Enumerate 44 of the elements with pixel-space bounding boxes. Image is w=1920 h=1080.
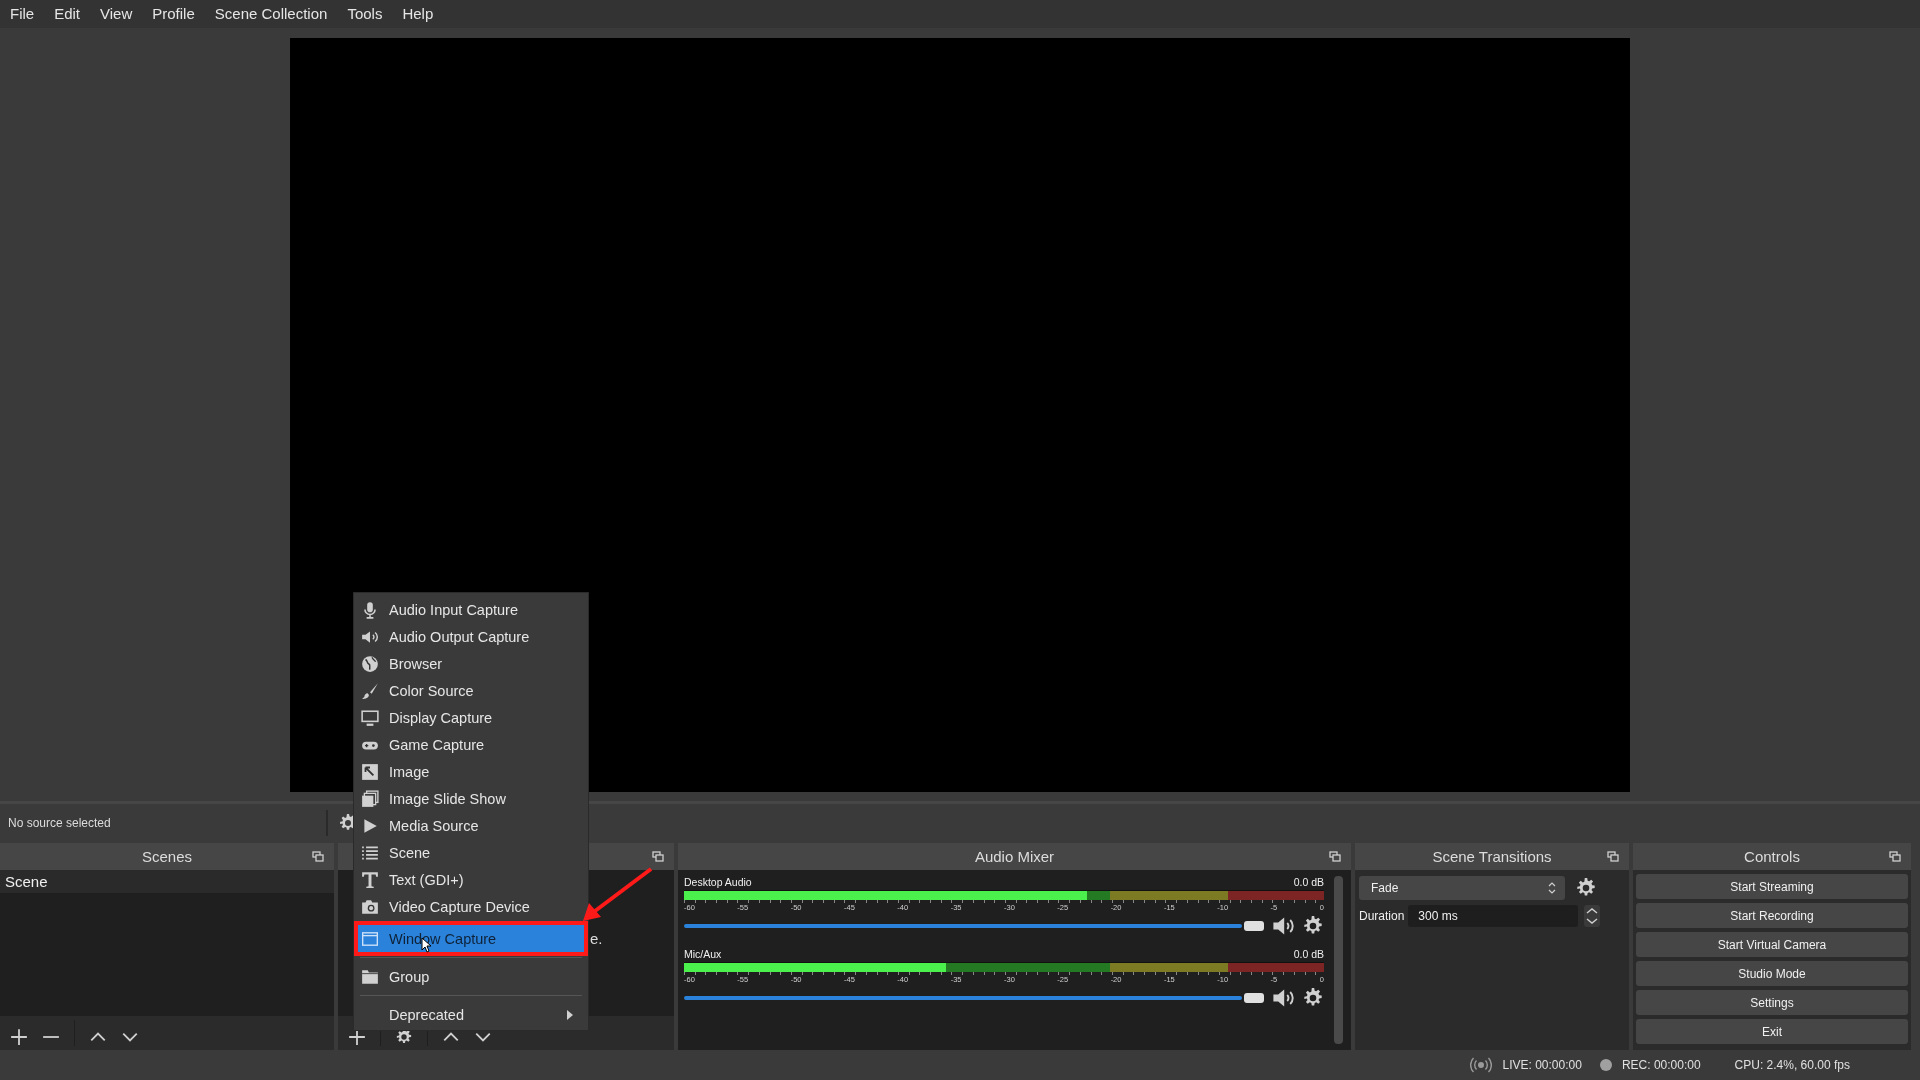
channel-name: Mic/Aux [684, 948, 722, 963]
menu-option[interactable]: Media Source [354, 812, 588, 839]
control-button[interactable]: Start Recording [1636, 903, 1908, 929]
control-button[interactable]: Start Streaming [1636, 874, 1908, 900]
menu-item[interactable]: File [8, 3, 45, 25]
menu-option[interactable]: Audio Input Capture [354, 596, 588, 623]
panel-title: Audio Mixer [974, 848, 1055, 866]
menu-item[interactable]: Profile [142, 3, 205, 25]
menu-option[interactable]: Text (GDI+) [354, 866, 588, 893]
menu-item[interactable]: Tools [337, 3, 393, 25]
channel-name: Desktop Audio [684, 876, 752, 891]
panel-title: Scene Transitions [1432, 848, 1552, 866]
level-reading: 0.0 dB [1293, 948, 1324, 963]
performance-stats: CPU: 2.4%, 60.00 fps [1734, 1058, 1850, 1073]
duration-field[interactable]: 300 ms [1408, 905, 1579, 928]
panel-title: Scenes [141, 848, 192, 866]
menu-option[interactable]: Browser [354, 650, 588, 677]
menu-option[interactable]: Display Capture [354, 704, 588, 731]
control-button[interactable]: Studio Mode [1636, 961, 1908, 987]
menu-item[interactable]: Edit [44, 3, 91, 25]
hint-text: e. [590, 930, 603, 948]
menu-option[interactable]: Deprecated [354, 1001, 588, 1028]
menu-item[interactable]: Help [392, 3, 444, 25]
status-text: No source selected [8, 816, 112, 831]
menu-option[interactable]: Scene [354, 839, 588, 866]
field-label: Duration [1359, 909, 1405, 924]
transition-dropdown[interactable]: Fade [1359, 876, 1565, 901]
menu-option[interactable]: Game Capture [354, 731, 588, 758]
control-button[interactable]: Start Virtual Camera [1636, 932, 1908, 958]
record-timer: REC: 00:00:00 [1621, 1058, 1701, 1073]
menu-option[interactable]: Image Slide Show [354, 785, 588, 812]
control-button[interactable]: Exit [1636, 1019, 1908, 1045]
live-timer: LIVE: 00:00:00 [1502, 1058, 1582, 1073]
menu-item[interactable]: View [90, 3, 143, 25]
scene-item[interactable]: Scene [0, 870, 334, 894]
level-reading: 0.0 dB [1293, 876, 1324, 891]
menu-option[interactable]: Video Capture Device [354, 893, 588, 920]
menu-option[interactable]: Group [354, 963, 588, 990]
menu-option[interactable]: Image [354, 758, 588, 785]
menu-option[interactable]: Audio Output Capture [354, 623, 588, 650]
panel-title: Controls [1744, 848, 1800, 866]
menu-item[interactable]: Scene Collection [204, 3, 338, 25]
control-button[interactable]: Settings [1636, 990, 1908, 1016]
menu-option[interactable]: Color Source [354, 677, 588, 704]
